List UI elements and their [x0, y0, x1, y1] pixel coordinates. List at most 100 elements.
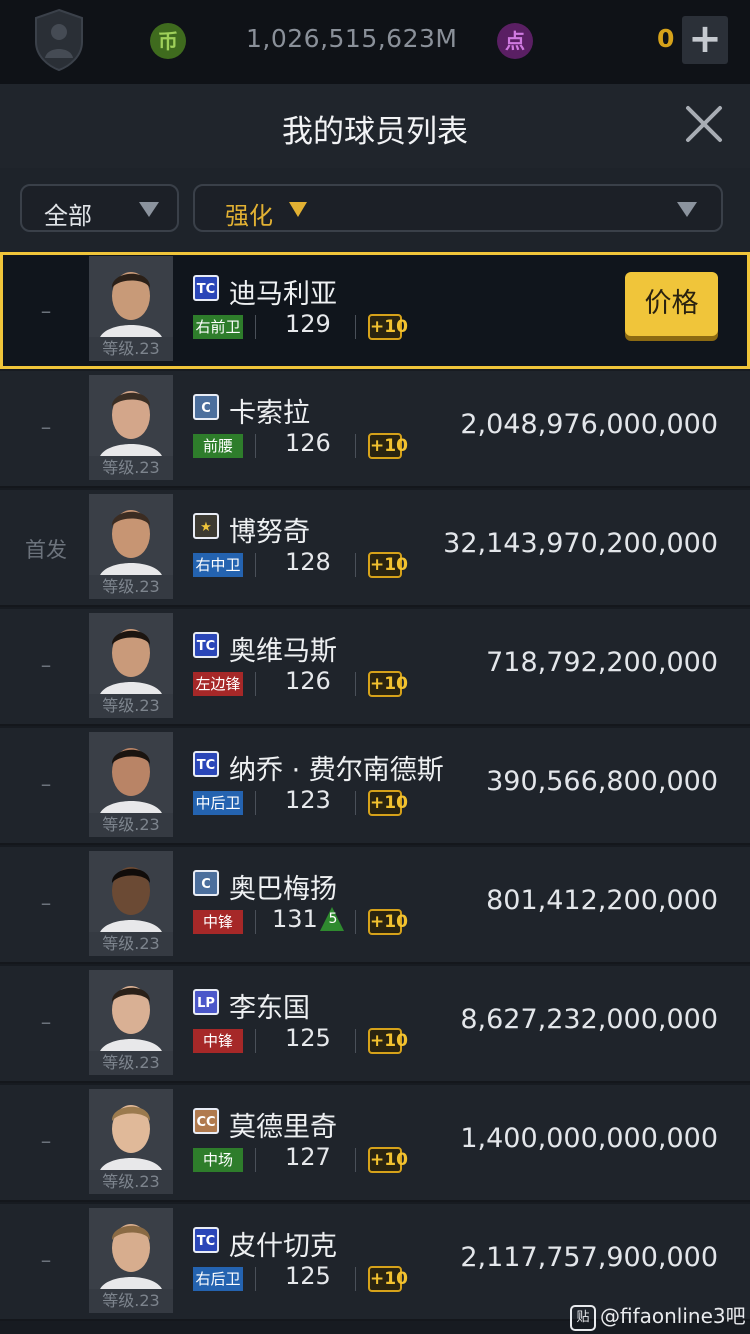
- point-icon: 点: [497, 23, 533, 59]
- boost-level: 5: [328, 911, 338, 927]
- close-icon[interactable]: [682, 102, 726, 146]
- player-name: 纳乔 · 费尔南德斯: [229, 755, 444, 786]
- divider: [255, 791, 256, 815]
- divider: [255, 1029, 256, 1053]
- enhance-level-badge: +10: [368, 790, 408, 816]
- category-dropdown[interactable]: 全部: [20, 184, 179, 232]
- player-portrait: [89, 1208, 173, 1292]
- player-name: 博努奇: [229, 517, 310, 548]
- player-portrait: [89, 732, 173, 816]
- divider: [355, 1029, 356, 1053]
- lineup-status: –: [40, 299, 52, 323]
- player-portrait: [89, 613, 173, 697]
- point-balance: 0: [657, 24, 675, 53]
- enhance-level-badge: +10: [368, 1028, 408, 1054]
- watermark-text: @fifaonline3吧: [600, 1304, 746, 1328]
- player-level: 等级.23: [89, 1051, 173, 1075]
- lineup-status: –: [40, 1010, 52, 1034]
- divider: [355, 1267, 356, 1291]
- price-button[interactable]: 价格: [625, 272, 718, 336]
- divider: [355, 791, 356, 815]
- season-badge-icon: CC: [193, 1108, 219, 1134]
- position-badge: 中锋: [193, 910, 243, 934]
- enhance-level-badge: +10: [368, 314, 408, 340]
- position-badge: 右后卫: [193, 1267, 243, 1291]
- player-row[interactable]: – 等级.23 TC 纳乔 · 费尔南德斯 中后卫 123 +10 390,566,800,0…: [0, 728, 750, 845]
- tieba-icon: 贴: [570, 1304, 596, 1331]
- sort-dropdown[interactable]: 强化: [193, 184, 723, 232]
- player-ovr: 126: [285, 429, 331, 457]
- player-ovr: 128: [285, 548, 331, 576]
- player-price: 32,143,970,200,000: [443, 528, 718, 559]
- page-title: 我的球员列表: [282, 114, 468, 150]
- player-row[interactable]: – 等级.23 C 奥巴梅扬 中锋 131 5 +10 801,412,200,000: [0, 847, 750, 964]
- player-price: 2,048,976,000,000: [460, 409, 718, 440]
- player-ovr: 127: [285, 1143, 331, 1171]
- position-badge: 右前卫: [193, 315, 243, 339]
- player-portrait: [89, 494, 173, 578]
- sort-value: 强化: [225, 202, 273, 230]
- player-name: 卡索拉: [229, 398, 310, 429]
- currency-bar: 币 1,026,515,623M 点 0 +: [0, 0, 750, 85]
- lineup-status: 首发: [25, 538, 67, 562]
- player-level: 等级.23: [89, 813, 173, 837]
- enhance-level-badge: +10: [368, 552, 408, 578]
- divider: [355, 672, 356, 696]
- player-row[interactable]: – 等级.23 LP 李东国 中锋 125 +10 8,627,232,000,000: [0, 966, 750, 1083]
- header: 我的球员列表: [0, 84, 750, 168]
- position-badge: 左边锋: [193, 672, 243, 696]
- season-badge-icon: TC: [193, 275, 219, 301]
- enhance-level-badge: +10: [368, 1147, 408, 1173]
- add-points-button[interactable]: +: [682, 16, 728, 64]
- coin-icon: 币: [150, 23, 186, 59]
- position-badge: 前腰: [193, 434, 243, 458]
- player-level: 等级.23: [89, 456, 173, 480]
- player-row[interactable]: – 等级.23 TC 奥维马斯 左边锋 126 +10 718,792,200,000: [0, 609, 750, 726]
- player-name: 莫德里奇: [229, 1112, 337, 1143]
- enhance-level-badge: +10: [368, 1266, 408, 1292]
- player-level: 等级.23: [89, 932, 173, 956]
- position-badge: 中场: [193, 1148, 243, 1172]
- player-price: 801,412,200,000: [486, 885, 718, 916]
- player-ovr: 126: [285, 667, 331, 695]
- player-row[interactable]: 首发 等级.23 ★ 博努奇 右中卫 128 +10 32,143,970,200,000: [0, 490, 750, 607]
- divider: [355, 553, 356, 577]
- lineup-status: –: [40, 1248, 52, 1272]
- position-badge: 中锋: [193, 1029, 243, 1053]
- manager-avatar-icon[interactable]: [32, 8, 86, 72]
- coin-balance: 1,026,515,623M: [246, 24, 458, 53]
- position-badge: 右中卫: [193, 553, 243, 577]
- season-badge-icon: TC: [193, 632, 219, 658]
- player-price: 718,792,200,000: [486, 647, 718, 678]
- player-portrait: [89, 970, 173, 1054]
- lineup-status: –: [40, 1129, 52, 1153]
- enhance-level-badge: +10: [368, 909, 408, 935]
- watermark: 贴 @fifaonline3吧: [570, 1300, 746, 1331]
- divider: [355, 910, 356, 934]
- player-portrait: [89, 375, 173, 459]
- divider: [255, 910, 256, 934]
- player-portrait: [89, 1089, 173, 1173]
- player-row[interactable]: – 等级.23 C 卡索拉 前腰 126 +10 2,048,976,000,000: [0, 371, 750, 488]
- divider: [255, 553, 256, 577]
- lineup-status: –: [40, 772, 52, 796]
- divider: [255, 1267, 256, 1291]
- season-badge-icon: C: [193, 870, 219, 896]
- season-badge-icon: TC: [193, 751, 219, 777]
- divider: [255, 315, 256, 339]
- player-level: 等级.23: [89, 1289, 173, 1313]
- player-price: 2,117,757,900,000: [460, 1242, 718, 1273]
- player-ovr: 123: [285, 786, 331, 814]
- player-row[interactable]: – 等级.23 CC 莫德里奇 中场 127 +10 1,400,000,000,000: [0, 1085, 750, 1202]
- player-name: 奥巴梅扬: [229, 874, 337, 905]
- player-level: 等级.23: [89, 1170, 173, 1194]
- player-name: 李东国: [229, 993, 310, 1024]
- enhance-level-badge: +10: [368, 433, 408, 459]
- player-name: 迪马利亚: [229, 279, 337, 310]
- sort-indicator-icon: [289, 202, 307, 217]
- player-row[interactable]: – 等级.23 TC 迪马利亚 右前卫 129 +10 价格: [0, 252, 750, 369]
- lineup-status: –: [40, 653, 52, 677]
- chevron-down-icon: [677, 202, 697, 217]
- player-ovr: 131: [272, 905, 318, 933]
- divider: [255, 1148, 256, 1172]
